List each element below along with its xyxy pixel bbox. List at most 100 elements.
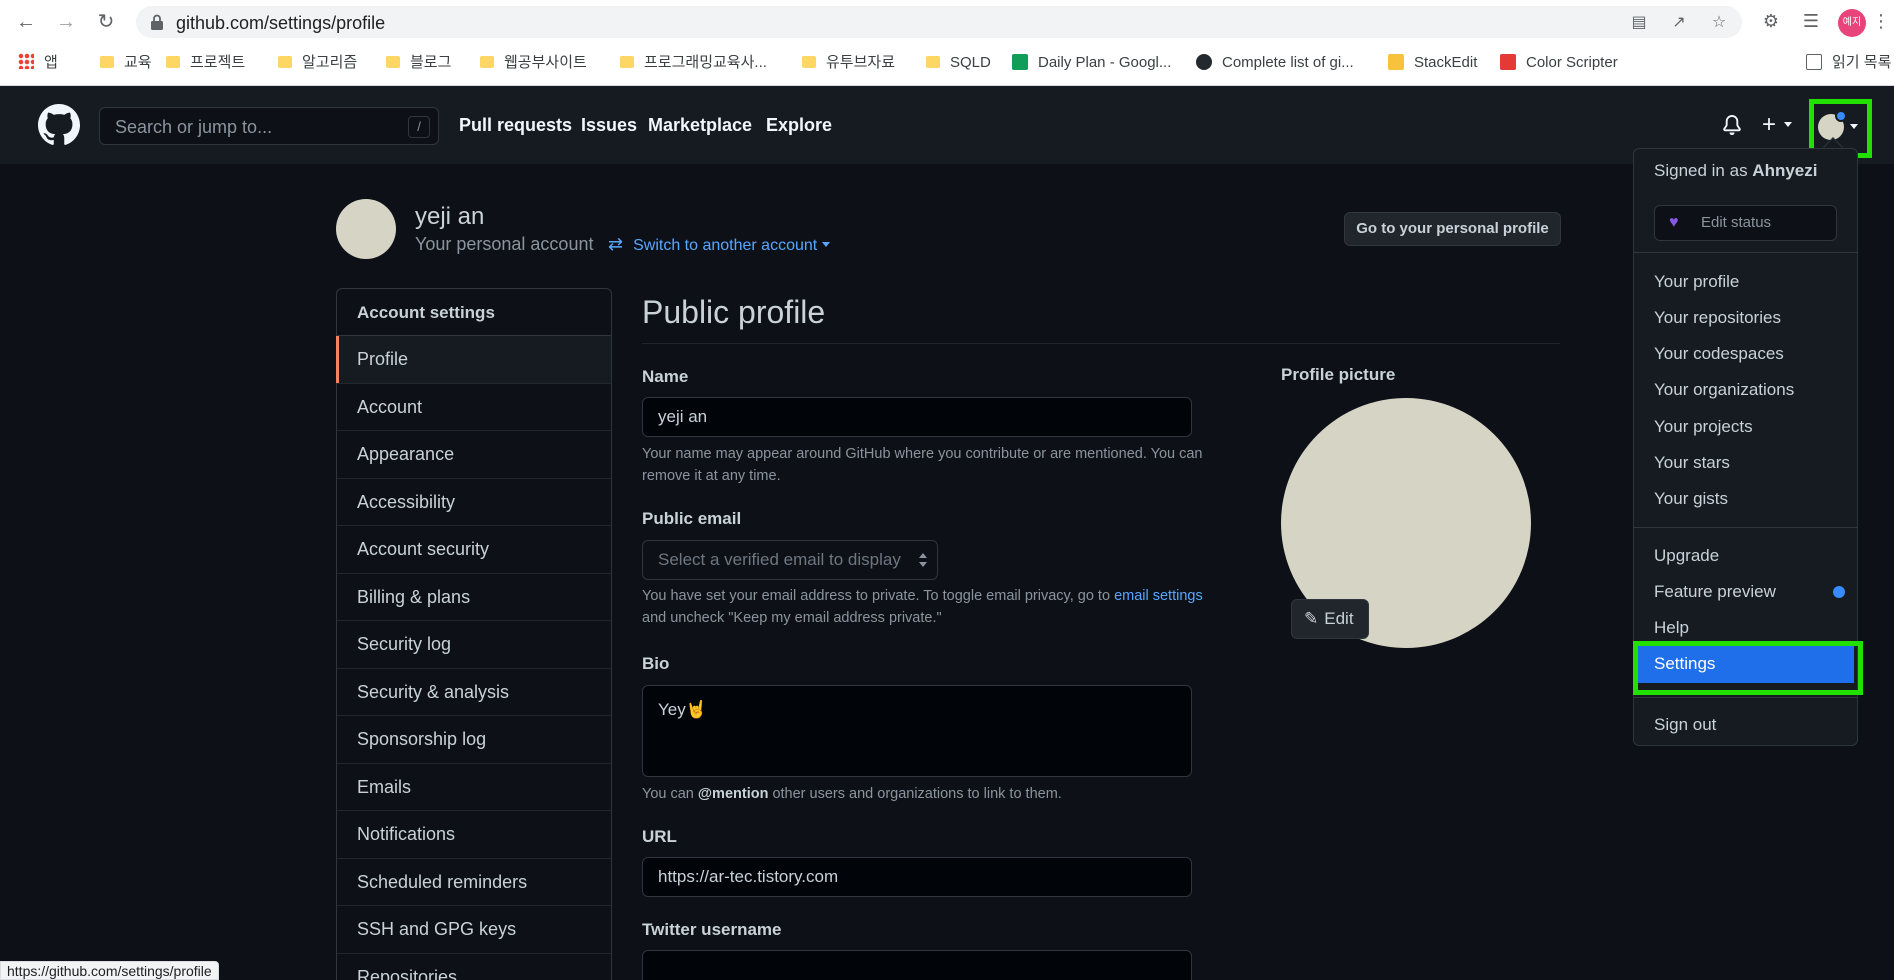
status-bar-url: https://github.com/settings/profile <box>0 961 219 980</box>
heart-icon: ♥ <box>1669 214 1679 231</box>
browser-profile-avatar[interactable]: 예지 <box>1838 9 1866 37</box>
bookmark-folder[interactable]: 유투브자료 <box>802 52 895 74</box>
menu-your-projects[interactable]: Your projects <box>1654 417 1753 437</box>
account-subtitle: Your personal account <box>415 234 594 254</box>
name-label: Name <box>642 367 689 386</box>
menu-feature-preview[interactable]: Feature preview <box>1654 582 1776 602</box>
menu-your-organizations[interactable]: Your organizations <box>1654 380 1794 400</box>
sidebar-item-security-analysis[interactable]: Security & analysis <box>337 669 611 716</box>
sidebar-item-notifications[interactable]: Notifications <box>337 811 611 859</box>
folder-icon <box>278 56 292 68</box>
bookmark-folder[interactable]: SQLD <box>926 52 991 74</box>
reading-list[interactable]: 읽기 목록 <box>1806 52 1891 74</box>
public-email-label: Public email <box>642 509 742 528</box>
bookmark-stackedit[interactable]: StackEdit <box>1388 52 1477 74</box>
page-title: Public profile <box>642 294 826 330</box>
email-settings-link[interactable]: email settings <box>1114 588 1203 604</box>
dropdown-divider <box>1634 697 1857 698</box>
bookmark-folder[interactable]: 교육 <box>100 52 152 74</box>
back-icon[interactable]: ← <box>14 10 38 34</box>
sidebar-item-accessibility[interactable]: Accessibility <box>337 479 611 526</box>
sidebar-item-emails[interactable]: Emails <box>337 764 611 811</box>
menu-upgrade[interactable]: Upgrade <box>1654 546 1719 566</box>
menu-icon[interactable]: ⋮ <box>1872 10 1890 32</box>
bookmarks-bar: 앱 교육 프로젝트 알고리즘 블로그 웹공부사이트 프로그래밍교육사... 유투… <box>0 48 1894 78</box>
select-arrows-icon <box>919 553 927 567</box>
feature-preview-dot-icon <box>1833 586 1845 598</box>
menu-your-stars[interactable]: Your stars <box>1654 453 1730 473</box>
highlight-settings-box <box>1633 641 1863 695</box>
nav-explore[interactable]: Explore <box>766 115 832 136</box>
sidebar-item-sponsorship-log[interactable]: Sponsorship log <box>337 716 611 764</box>
bookmark-folder[interactable]: 알고리즘 <box>278 52 357 74</box>
chevron-down-icon[interactable] <box>1784 122 1792 127</box>
sidebar-item-account[interactable]: Account <box>337 384 611 431</box>
sidebar-item-appearance[interactable]: Appearance <box>337 431 611 479</box>
sidebar-item-account-security[interactable]: Account security <box>337 526 611 574</box>
account-avatar <box>336 199 396 259</box>
bookmark-folder[interactable]: 프로젝트 <box>166 52 245 74</box>
folder-icon <box>100 56 114 68</box>
search-input[interactable]: Search or jump to... / <box>99 107 439 145</box>
title-divider <box>642 343 1560 344</box>
profile-picture-label: Profile picture <box>1281 365 1396 384</box>
forward-icon[interactable]: → <box>54 10 78 34</box>
public-email-select[interactable]: Select a verified email to display <box>642 540 938 580</box>
nav-issues[interactable]: Issues <box>581 115 637 136</box>
settings-sidebar: Account settings Profile Account Appeara… <box>336 288 612 980</box>
sidebar-item-security-log[interactable]: Security log <box>337 621 611 669</box>
media-icon[interactable]: ☰ <box>1800 10 1822 32</box>
plus-icon[interactable]: + <box>1762 113 1776 137</box>
menu-help[interactable]: Help <box>1654 618 1689 638</box>
nav-pull-requests[interactable]: Pull requests <box>459 115 572 136</box>
menu-your-profile[interactable]: Your profile <box>1654 272 1739 292</box>
go-to-profile-button[interactable]: Go to your personal profile <box>1344 212 1561 246</box>
search-placeholder: Search or jump to... <box>115 117 273 137</box>
colorscripter-icon <box>1500 54 1516 70</box>
bell-icon[interactable] <box>1722 113 1742 137</box>
sidebar-heading: Account settings <box>337 289 611 336</box>
bio-label: Bio <box>642 654 670 673</box>
extensions-icon[interactable]: ⚙ <box>1760 10 1782 32</box>
omnibox[interactable]: github.com/settings/profile ▤ ↗ ☆ <box>136 6 1742 38</box>
address-row: ← → ↻ github.com/settings/profile ▤ ↗ ☆ … <box>0 0 1894 44</box>
name-help-text: Your name may appear around GitHub where… <box>642 446 1203 484</box>
github-logo-icon[interactable] <box>38 104 80 146</box>
sidebar-item-repositories[interactable]: Repositories <box>337 954 611 980</box>
sidebar-item-ssh-gpg-keys[interactable]: SSH and GPG keys <box>337 906 611 954</box>
bookmark-github[interactable]: Complete list of gi... <box>1196 52 1354 74</box>
name-input[interactable]: yeji an <box>642 397 1192 437</box>
edit-status-button[interactable]: ♥ Edit status <box>1654 205 1837 241</box>
url-label: URL <box>642 827 677 846</box>
translate-icon[interactable]: ▤ <box>1630 14 1648 32</box>
edit-picture-button[interactable]: ✎ Edit <box>1291 599 1369 639</box>
bookmark-folder[interactable]: 프로그래밍교육사... <box>620 52 767 74</box>
menu-your-gists[interactable]: Your gists <box>1654 489 1728 509</box>
menu-sign-out[interactable]: Sign out <box>1654 715 1716 735</box>
switch-account-link[interactable]: ⇄ Switch to another account <box>608 234 831 255</box>
bookmark-sheets[interactable]: Daily Plan - Googl... <box>1012 52 1171 74</box>
menu-your-repositories[interactable]: Your repositories <box>1654 308 1781 328</box>
url-input[interactable]: https://ar-tec.tistory.com <box>642 857 1192 897</box>
dropdown-divider <box>1634 252 1857 253</box>
bookmark-apps[interactable]: 앱 <box>18 52 58 74</box>
twitter-input[interactable] <box>642 950 1192 980</box>
menu-your-codespaces[interactable]: Your codespaces <box>1654 344 1784 364</box>
dropdown-divider <box>1634 527 1857 528</box>
bookmark-folder[interactable]: 블로그 <box>386 52 451 74</box>
reload-icon[interactable]: ↻ <box>94 10 118 34</box>
bio-textarea[interactable]: Yey🤘 <box>642 685 1192 777</box>
browser-chrome: ← → ↻ github.com/settings/profile ▤ ↗ ☆ … <box>0 0 1894 86</box>
sidebar-item-profile[interactable]: Profile <box>336 336 611 384</box>
bookmark-folder[interactable]: 웹공부사이트 <box>480 52 587 74</box>
share-icon[interactable]: ↗ <box>1670 14 1688 32</box>
sidebar-item-billing[interactable]: Billing & plans <box>337 574 611 621</box>
folder-icon <box>620 56 634 68</box>
sidebar-item-scheduled-reminders[interactable]: Scheduled reminders <box>337 859 611 906</box>
folder-icon <box>926 56 940 68</box>
lock-icon <box>151 14 163 30</box>
nav-marketplace[interactable]: Marketplace <box>648 115 752 136</box>
search-shortcut-key: / <box>408 116 430 138</box>
star-icon[interactable]: ☆ <box>1710 14 1728 32</box>
bookmark-colorscripter[interactable]: Color Scripter <box>1500 52 1618 74</box>
